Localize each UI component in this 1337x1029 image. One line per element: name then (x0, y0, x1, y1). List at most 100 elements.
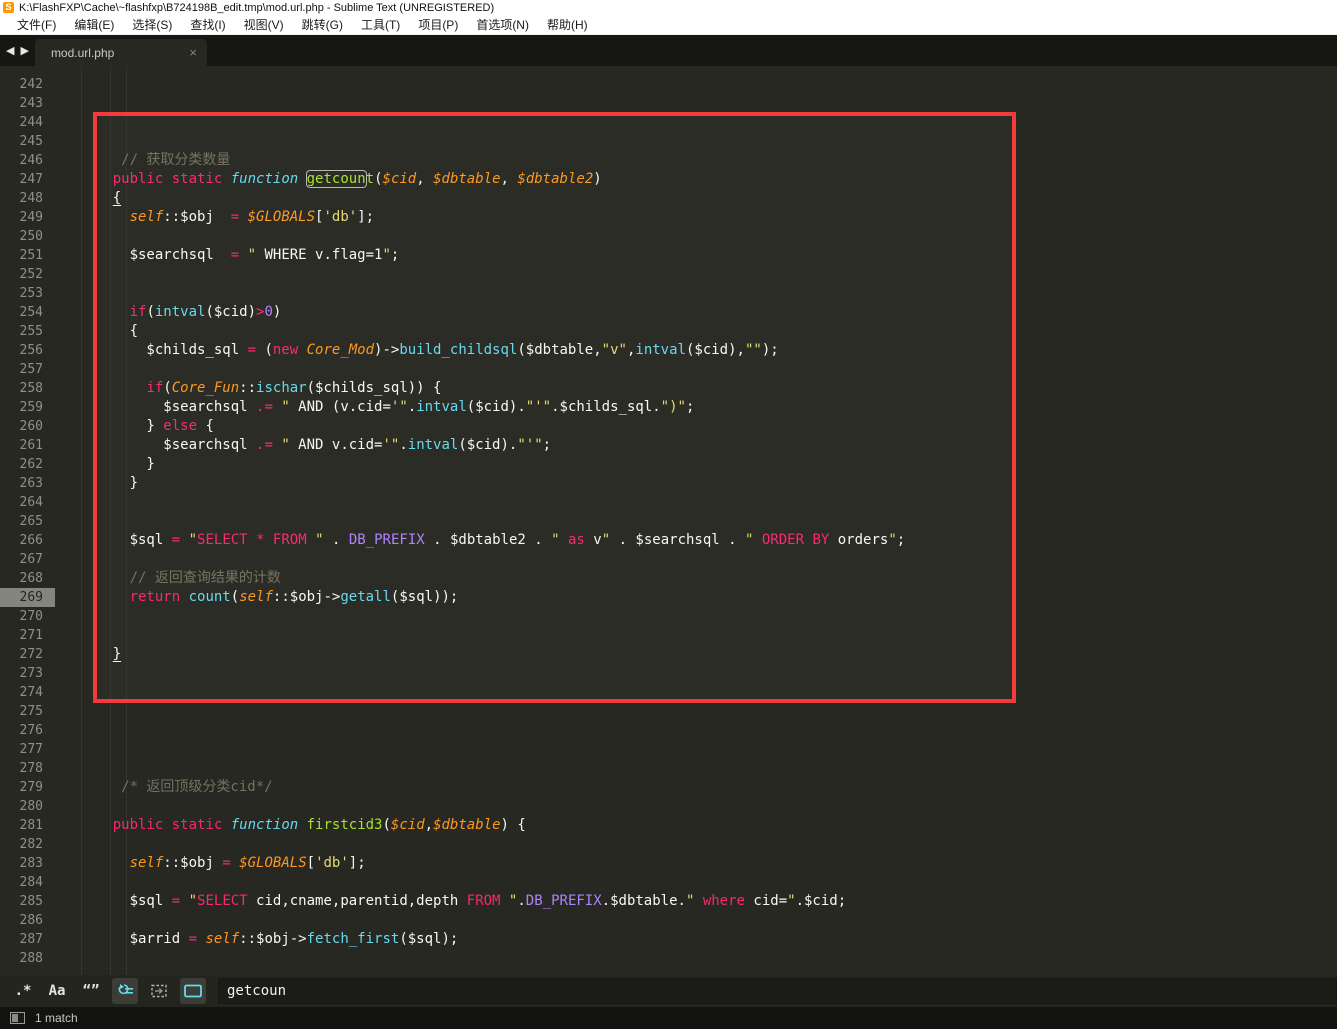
code-line[interactable]: 278 (0, 759, 1337, 778)
menu-view[interactable]: 视图(V) (235, 15, 293, 34)
code-line[interactable]: 253 (0, 284, 1337, 303)
code-line[interactable]: 255 { (0, 322, 1337, 341)
code-line[interactable]: 251 $searchsql = " WHERE v.flag=1"; (0, 246, 1337, 265)
code-line[interactable]: 271 (0, 626, 1337, 645)
line-number: 280 (0, 797, 55, 816)
code-line[interactable]: 284 (0, 873, 1337, 892)
in-selection-icon (149, 984, 169, 998)
code-line[interactable]: 287 $arrid = self::$obj->fetch_first($sq… (0, 930, 1337, 949)
code-line[interactable]: 268 // 返回查询结果的计数 (0, 569, 1337, 588)
code-line[interactable]: 243 (0, 94, 1337, 113)
code-line[interactable]: 266 $sql = "SELECT * FROM " . DB_PREFIX … (0, 531, 1337, 550)
code-line[interactable]: 274 (0, 683, 1337, 702)
code-line[interactable]: 242 (0, 75, 1337, 94)
highlight-matches-toggle-button[interactable] (180, 978, 206, 1004)
code-line[interactable]: 272 } (0, 645, 1337, 664)
regex-toggle-button[interactable]: .* (10, 978, 36, 1004)
code-line[interactable]: 275 (0, 702, 1337, 721)
code-line[interactable]: 263 } (0, 474, 1337, 493)
menu-selection[interactable]: 选择(S) (123, 15, 181, 34)
code-line[interactable]: 267 (0, 550, 1337, 569)
code-line[interactable]: 288 (0, 949, 1337, 968)
menu-help[interactable]: 帮助(H) (538, 15, 597, 34)
code-line[interactable]: 270 (0, 607, 1337, 626)
line-number: 286 (0, 911, 55, 930)
code-line[interactable]: 258 if(Core_Fun::ischar($childs_sql)) { (0, 379, 1337, 398)
tab-nav: ◀ ▶ (0, 40, 35, 66)
line-number: 275 (0, 702, 55, 721)
code-line[interactable]: 260 } else { (0, 417, 1337, 436)
match-count: 1 match (35, 1011, 78, 1025)
code-line[interactable]: 250 (0, 227, 1337, 246)
tab-close-icon[interactable]: × (189, 46, 197, 59)
code-line[interactable]: 281 public static function firstcid3($ci… (0, 816, 1337, 835)
line-number: 273 (0, 664, 55, 683)
code-line[interactable]: 261 $searchsql .= " AND v.cid='".intval(… (0, 436, 1337, 455)
code-line[interactable]: 256 $childs_sql = (new Core_Mod)->build_… (0, 341, 1337, 360)
line-number: 252 (0, 265, 55, 284)
menu-find[interactable]: 查找(I) (181, 15, 234, 34)
back-arrow-icon[interactable]: ◀ (6, 46, 14, 57)
tab-mod-url-php[interactable]: mod.url.php × (35, 39, 207, 66)
menu-project[interactable]: 项目(P) (409, 15, 467, 34)
whole-word-toggle-button[interactable]: “” (78, 978, 104, 1004)
line-number: 262 (0, 455, 55, 474)
code-line[interactable]: 283 self::$obj = $GLOBALS['db']; (0, 854, 1337, 873)
in-selection-toggle-button[interactable] (146, 978, 172, 1004)
menu-tools[interactable]: 工具(T) (352, 15, 409, 34)
code-line[interactable]: 282 (0, 835, 1337, 854)
code-line[interactable]: 254 if(intval($cid)>0) (0, 303, 1337, 322)
code-line[interactable]: 249 self::$obj = $GLOBALS['db']; (0, 208, 1337, 227)
code-line[interactable]: 248 { (0, 189, 1337, 208)
line-number: 261 (0, 436, 55, 455)
wrap-toggle-button[interactable] (112, 978, 138, 1004)
line-number: 248 (0, 189, 55, 208)
code-line[interactable]: 247 public static function getcount($cid… (0, 170, 1337, 189)
line-number: 281 (0, 816, 55, 835)
forward-arrow-icon[interactable]: ▶ (20, 46, 28, 57)
code-line[interactable]: 246 // 获取分类数量 (0, 151, 1337, 170)
code-line[interactable]: 285 $sql = "SELECT cid,cname,parentid,de… (0, 892, 1337, 911)
code-line[interactable]: 286 (0, 911, 1337, 930)
code-line[interactable]: 276 (0, 721, 1337, 740)
line-number: 287 (0, 930, 55, 949)
code-line[interactable]: 265 (0, 512, 1337, 531)
line-number: 256 (0, 341, 55, 360)
code-line[interactable]: 262 } (0, 455, 1337, 474)
code-editor[interactable]: 242243244245246 // 获取分类数量247 public stat… (0, 66, 1337, 975)
search-input[interactable] (218, 978, 1337, 1004)
sublime-logo-icon: S (3, 2, 14, 13)
code-line[interactable]: 280 (0, 797, 1337, 816)
line-number: 260 (0, 417, 55, 436)
line-number: 265 (0, 512, 55, 531)
case-sensitive-toggle-button[interactable]: Aa (44, 978, 70, 1004)
menu-file[interactable]: 文件(F) (8, 15, 65, 34)
code-line[interactable]: 277 (0, 740, 1337, 759)
code-line[interactable]: 269 return count(self::$obj->getall($sql… (0, 588, 1337, 607)
code-line[interactable]: 279 /* 返回顶级分类cid*/ (0, 778, 1337, 797)
line-number: 268 (0, 569, 55, 588)
menu-edit[interactable]: 编辑(E) (65, 15, 123, 34)
line-number: 254 (0, 303, 55, 322)
code-line[interactable]: 264 (0, 493, 1337, 512)
title-bar: S K:\FlashFXP\Cache\~flashfxp\B724198B_e… (0, 0, 1337, 15)
code-line[interactable]: 273 (0, 664, 1337, 683)
code-line[interactable]: 257 (0, 360, 1337, 379)
code-lines: 242243244245246 // 获取分类数量247 public stat… (0, 75, 1337, 968)
line-number: 249 (0, 208, 55, 227)
menu-preferences[interactable]: 首选项(N) (467, 15, 538, 34)
menu-goto[interactable]: 跳转(G) (293, 15, 352, 34)
line-number: 276 (0, 721, 55, 740)
line-number: 259 (0, 398, 55, 417)
line-number: 274 (0, 683, 55, 702)
code-line[interactable]: 259 $searchsql .= " AND (v.cid='".intval… (0, 398, 1337, 417)
line-number: 277 (0, 740, 55, 759)
menu-bar: 文件(F) 编辑(E) 选择(S) 查找(I) 视图(V) 跳转(G) 工具(T… (0, 15, 1337, 35)
code-line[interactable]: 245 (0, 132, 1337, 151)
line-number: 257 (0, 360, 55, 379)
line-number: 271 (0, 626, 55, 645)
code-line[interactable]: 252 (0, 265, 1337, 284)
line-number: 255 (0, 322, 55, 341)
sublime-text-window: S K:\FlashFXP\Cache\~flashfxp\B724198B_e… (0, 0, 1337, 1029)
code-line[interactable]: 244 (0, 113, 1337, 132)
